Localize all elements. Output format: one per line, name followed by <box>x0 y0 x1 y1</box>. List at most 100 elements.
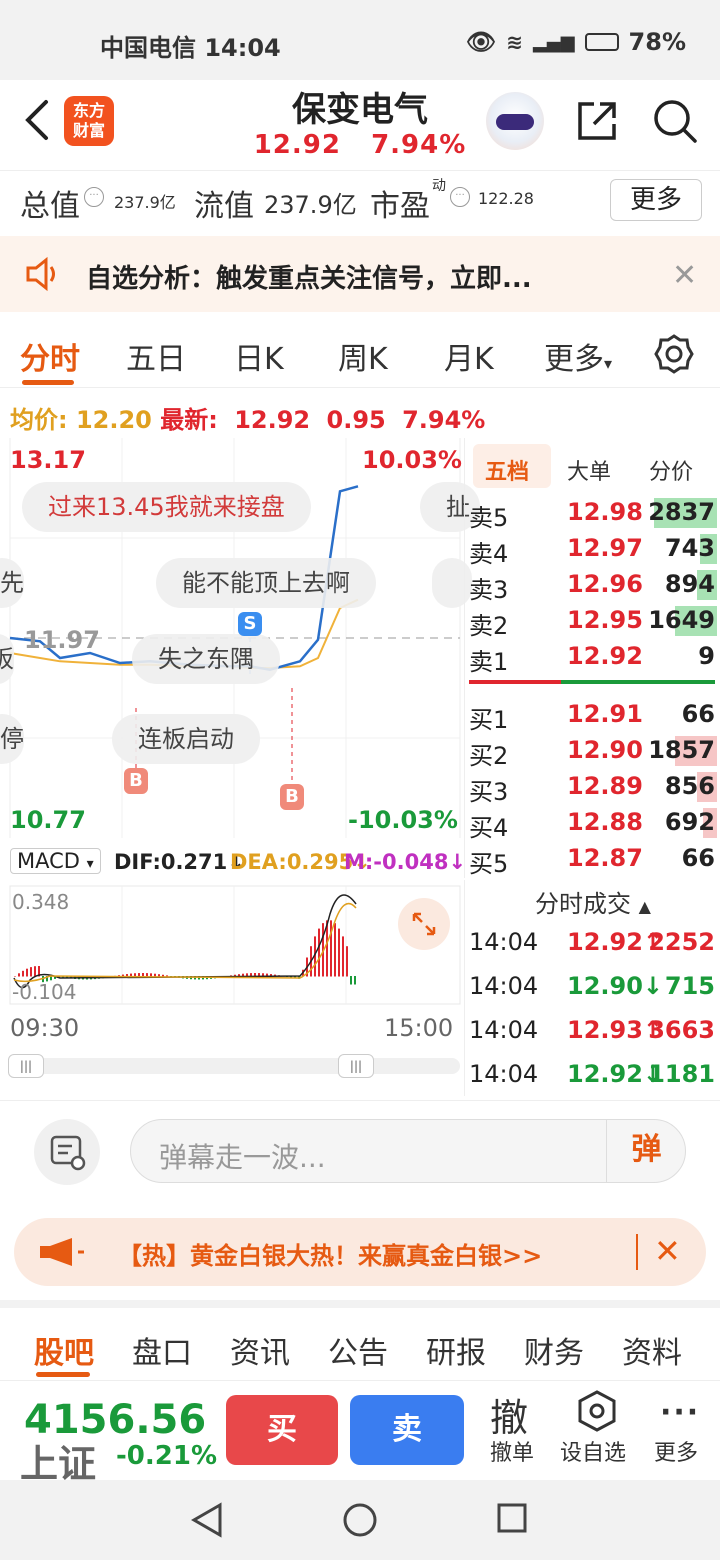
bid-price: 12.87 <box>567 844 643 872</box>
tab-five-levels[interactable]: 五档 <box>485 454 529 486</box>
danmu-input[interactable]: 弹幕走一波... <box>130 1119 686 1183</box>
slider-handle-left[interactable]: ||| <box>8 1054 44 1078</box>
info-icon[interactable]: ··· <box>450 187 470 207</box>
tab-news[interactable]: 资讯 <box>230 1328 290 1372</box>
bid-row[interactable]: 买2 12.90 1857 <box>465 734 720 770</box>
bid-row[interactable]: 买3 12.89 856 <box>465 770 720 806</box>
more-actions-button[interactable]: 更多 <box>654 1435 698 1467</box>
trade-price-value: 12.93 <box>567 1016 643 1044</box>
ai-assistant-icon[interactable] <box>486 92 544 150</box>
bid-price: 12.90 <box>567 736 643 764</box>
trade-volume: 2252 <box>648 928 715 956</box>
tab-five-day[interactable]: 五日 <box>126 334 186 378</box>
ask-row[interactable]: 卖1 12.92 9 <box>465 640 720 676</box>
macd-top-value: 0.348 <box>12 890 70 914</box>
nav-home-icon[interactable] <box>342 1502 378 1538</box>
macd-histogram-bar <box>30 967 32 977</box>
trades-title[interactable]: 分时成交 ▲ <box>465 884 720 919</box>
expand-icon[interactable] <box>398 898 450 950</box>
close-icon[interactable]: ✕ <box>672 258 697 293</box>
ask-row[interactable]: 卖3 12.96 894 <box>465 568 720 604</box>
bid-row[interactable]: 买1 12.91 66 <box>465 698 720 734</box>
pe-superscript: 动 <box>432 178 446 194</box>
ask-price: 12.97 <box>567 534 643 562</box>
sell-marker[interactable]: S <box>238 612 262 636</box>
macd-histogram-bar <box>354 976 356 985</box>
tab-monthly-k[interactable]: 月K <box>444 334 494 378</box>
trade-price: 12.90↓ <box>567 972 663 1000</box>
macd-selector[interactable]: MACD ▾ <box>10 848 101 874</box>
stock-change-pct: 7.94% <box>371 130 467 160</box>
bid-row[interactable]: 买5 12.87 66 <box>465 842 720 878</box>
ask-row[interactable]: 卖2 12.95 1649 <box>465 604 720 640</box>
ask-vol: 743 <box>664 534 715 562</box>
total-value-label: 总值 <box>20 189 80 224</box>
cancel-order-button[interactable]: 撤单 <box>490 1435 534 1467</box>
gear-icon[interactable] <box>654 334 694 374</box>
tab-forum[interactable]: 股吧 <box>34 1328 94 1372</box>
ask-row[interactable]: 卖5 12.98 2837 <box>465 496 720 532</box>
avg-label: 均价: <box>10 406 68 434</box>
danmu-toggle-button[interactable]: 弹 <box>606 1119 686 1183</box>
bid-row[interactable]: 买4 12.88 692 <box>465 806 720 842</box>
tab-daily-k[interactable]: 日K <box>234 334 284 378</box>
nav-recents-icon[interactable] <box>496 1502 528 1534</box>
cancel-order-icon[interactable]: 撤 <box>490 1387 528 1442</box>
bid-vol: 1857 <box>648 736 715 764</box>
sell-button[interactable]: 卖 <box>350 1395 464 1465</box>
buy-marker[interactable]: B <box>280 784 304 810</box>
buy-sell-ratio-green <box>561 680 715 684</box>
tab-price-volume[interactable]: 分价 <box>649 454 693 486</box>
trade-price-value: 12.90 <box>567 972 643 1000</box>
tab-more[interactable]: 更多▾ <box>544 334 612 378</box>
add-watchlist-button[interactable]: 设自选 <box>560 1435 626 1467</box>
eye-icon: 👁 <box>465 28 497 56</box>
info-icon[interactable]: ··· <box>84 187 104 207</box>
close-icon[interactable]: ✕ <box>654 1232 681 1270</box>
analysis-notice[interactable]: 自选分析：触发重点关注信号，立即... ✕ <box>0 236 720 312</box>
tab-weekly-k[interactable]: 周K <box>338 334 388 378</box>
share-icon[interactable] <box>574 98 620 144</box>
price-summary-line: 均价: 12.20 最新: 12.92 0.95 7.94% <box>10 400 485 435</box>
bid-vol: 692 <box>664 808 715 836</box>
tab-intraday[interactable]: 分时 <box>20 334 80 378</box>
trade-row: 14:04 12.93↑ 3663 <box>465 1012 720 1052</box>
slider-handle-right[interactable]: ||| <box>338 1054 374 1078</box>
more-icon[interactable]: ··· <box>660 1395 700 1430</box>
buy-marker[interactable]: B <box>124 768 148 794</box>
avg-value: 12.20 <box>75 406 152 434</box>
system-nav-bar <box>0 1480 720 1560</box>
promo-banner[interactable]: 【热】黄金白银大热！来赢真金白银>> ✕ <box>14 1218 706 1286</box>
danmu-bubble: 连板启动 <box>112 714 260 764</box>
macd-chart[interactable]: 0.348 -0.104 <box>0 884 464 1008</box>
intraday-chart[interactable]: 过来13.45我就来接盘 扯 先 能不能顶上去啊 板 失之东隅 停 连板启动 1… <box>0 438 480 838</box>
dropdown-icon: ▾ <box>604 354 613 373</box>
ask-row[interactable]: 卖4 12.97 743 <box>465 532 720 568</box>
ask-level: 卖3 <box>469 576 509 604</box>
tab-announcements[interactable]: 公告 <box>328 1328 388 1372</box>
macd-histogram-bar <box>14 976 16 977</box>
float-value-label: 流值 <box>194 189 254 224</box>
tab-finance[interactable]: 财务 <box>524 1328 584 1372</box>
trade-time: 14:04 <box>469 928 539 956</box>
divider <box>636 1234 638 1270</box>
bid-price: 12.89 <box>567 772 643 800</box>
search-icon[interactable] <box>652 98 698 144</box>
macd-histogram-bar <box>150 973 152 977</box>
latest-value: 12.92 <box>234 406 311 434</box>
status-bar: 中国电信 14:04 👁 ≋ ▂▄▆ 78% <box>0 0 720 80</box>
tab-market[interactable]: 盘口 <box>132 1328 192 1372</box>
more-metrics-button[interactable]: 更多 <box>610 179 702 221</box>
tab-large-orders[interactable]: 大单 <box>567 454 611 486</box>
nav-back-icon[interactable] <box>190 1502 224 1538</box>
macd-histogram-bar <box>342 936 344 977</box>
trade-time: 14:04 <box>469 972 539 1000</box>
ask-level: 卖5 <box>469 504 509 532</box>
time-range-slider[interactable]: ||| ||| <box>8 1054 460 1078</box>
buy-sell-ratio-red <box>469 680 561 684</box>
danmu-settings-icon[interactable] <box>34 1119 100 1185</box>
tab-research[interactable]: 研报 <box>426 1328 486 1372</box>
hexagon-add-watch-icon[interactable] <box>576 1389 618 1433</box>
tab-profile[interactable]: 资料 <box>622 1328 682 1372</box>
buy-button[interactable]: 买 <box>226 1395 338 1465</box>
